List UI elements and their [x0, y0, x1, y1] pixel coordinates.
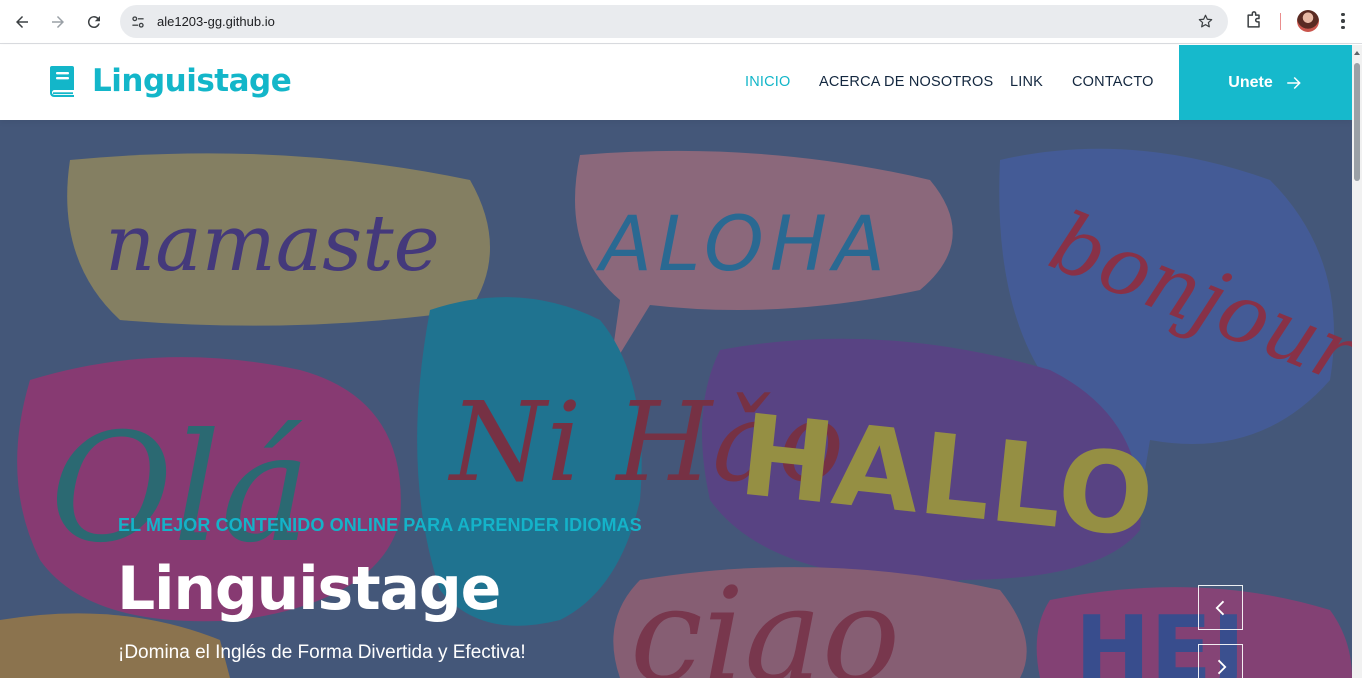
- carousel-next-button[interactable]: [1198, 644, 1243, 678]
- scroll-thumb[interactable]: [1354, 63, 1360, 181]
- back-button[interactable]: [9, 9, 35, 35]
- nav-item-acerca-de-nosotros[interactable]: ACERCA DE NOSOTROS: [819, 74, 993, 90]
- reload-icon: [87, 16, 100, 29]
- page-scrollbar[interactable]: [1352, 45, 1362, 678]
- hero-kicker: EL MEJOR CONTENIDO ONLINE PARA APRENDER …: [118, 515, 642, 535]
- arrow-right-icon: [52, 16, 64, 28]
- hero-title: Linguistage: [117, 554, 501, 624]
- nav-item-contacto[interactable]: CONTACTO: [1072, 74, 1154, 90]
- scroll-up-arrow[interactable]: [1354, 51, 1360, 55]
- arrow-right-icon: [1286, 76, 1301, 89]
- toolbar-separator: [1280, 13, 1281, 30]
- book-icon: [50, 65, 74, 97]
- brand-name: Linguistage: [92, 63, 292, 99]
- url-text[interactable]: ale1203-gg.github.io: [157, 14, 275, 29]
- chevron-right-icon: [1217, 659, 1226, 674]
- nav-item-link[interactable]: LINK: [1010, 74, 1043, 90]
- arrow-left-icon: [16, 16, 28, 28]
- carousel-prev-button[interactable]: [1198, 585, 1243, 630]
- brand-logo[interactable]: Linguistage: [48, 63, 292, 99]
- chevron-left-icon: [1215, 600, 1224, 615]
- hero-carousel: namaste ALOHA bonjour Olá Ni Hǎo HALLO c…: [0, 120, 1352, 678]
- star-icon[interactable]: [1197, 13, 1214, 30]
- hero-subtitle: ¡Domina el Inglés de Forma Divertida y E…: [118, 642, 526, 663]
- tune-icon[interactable]: [129, 13, 147, 31]
- browser-toolbar: ale1203-gg.github.io: [0, 0, 1362, 44]
- forward-button[interactable]: [45, 9, 71, 35]
- address-bar[interactable]: ale1203-gg.github.io: [120, 5, 1228, 38]
- vertical-dots-icon[interactable]: [1336, 10, 1350, 32]
- join-button[interactable]: Unete: [1179, 45, 1352, 120]
- site-navbar: Linguistage INICIO ACERCA DE NOSOTROS LI…: [0, 45, 1352, 120]
- join-button-label: Unete: [1228, 73, 1273, 91]
- nav-item-inicio[interactable]: INICIO: [745, 74, 791, 90]
- reload-button[interactable]: [81, 9, 107, 35]
- avatar[interactable]: [1297, 10, 1319, 32]
- puzzle-icon[interactable]: [1244, 11, 1264, 31]
